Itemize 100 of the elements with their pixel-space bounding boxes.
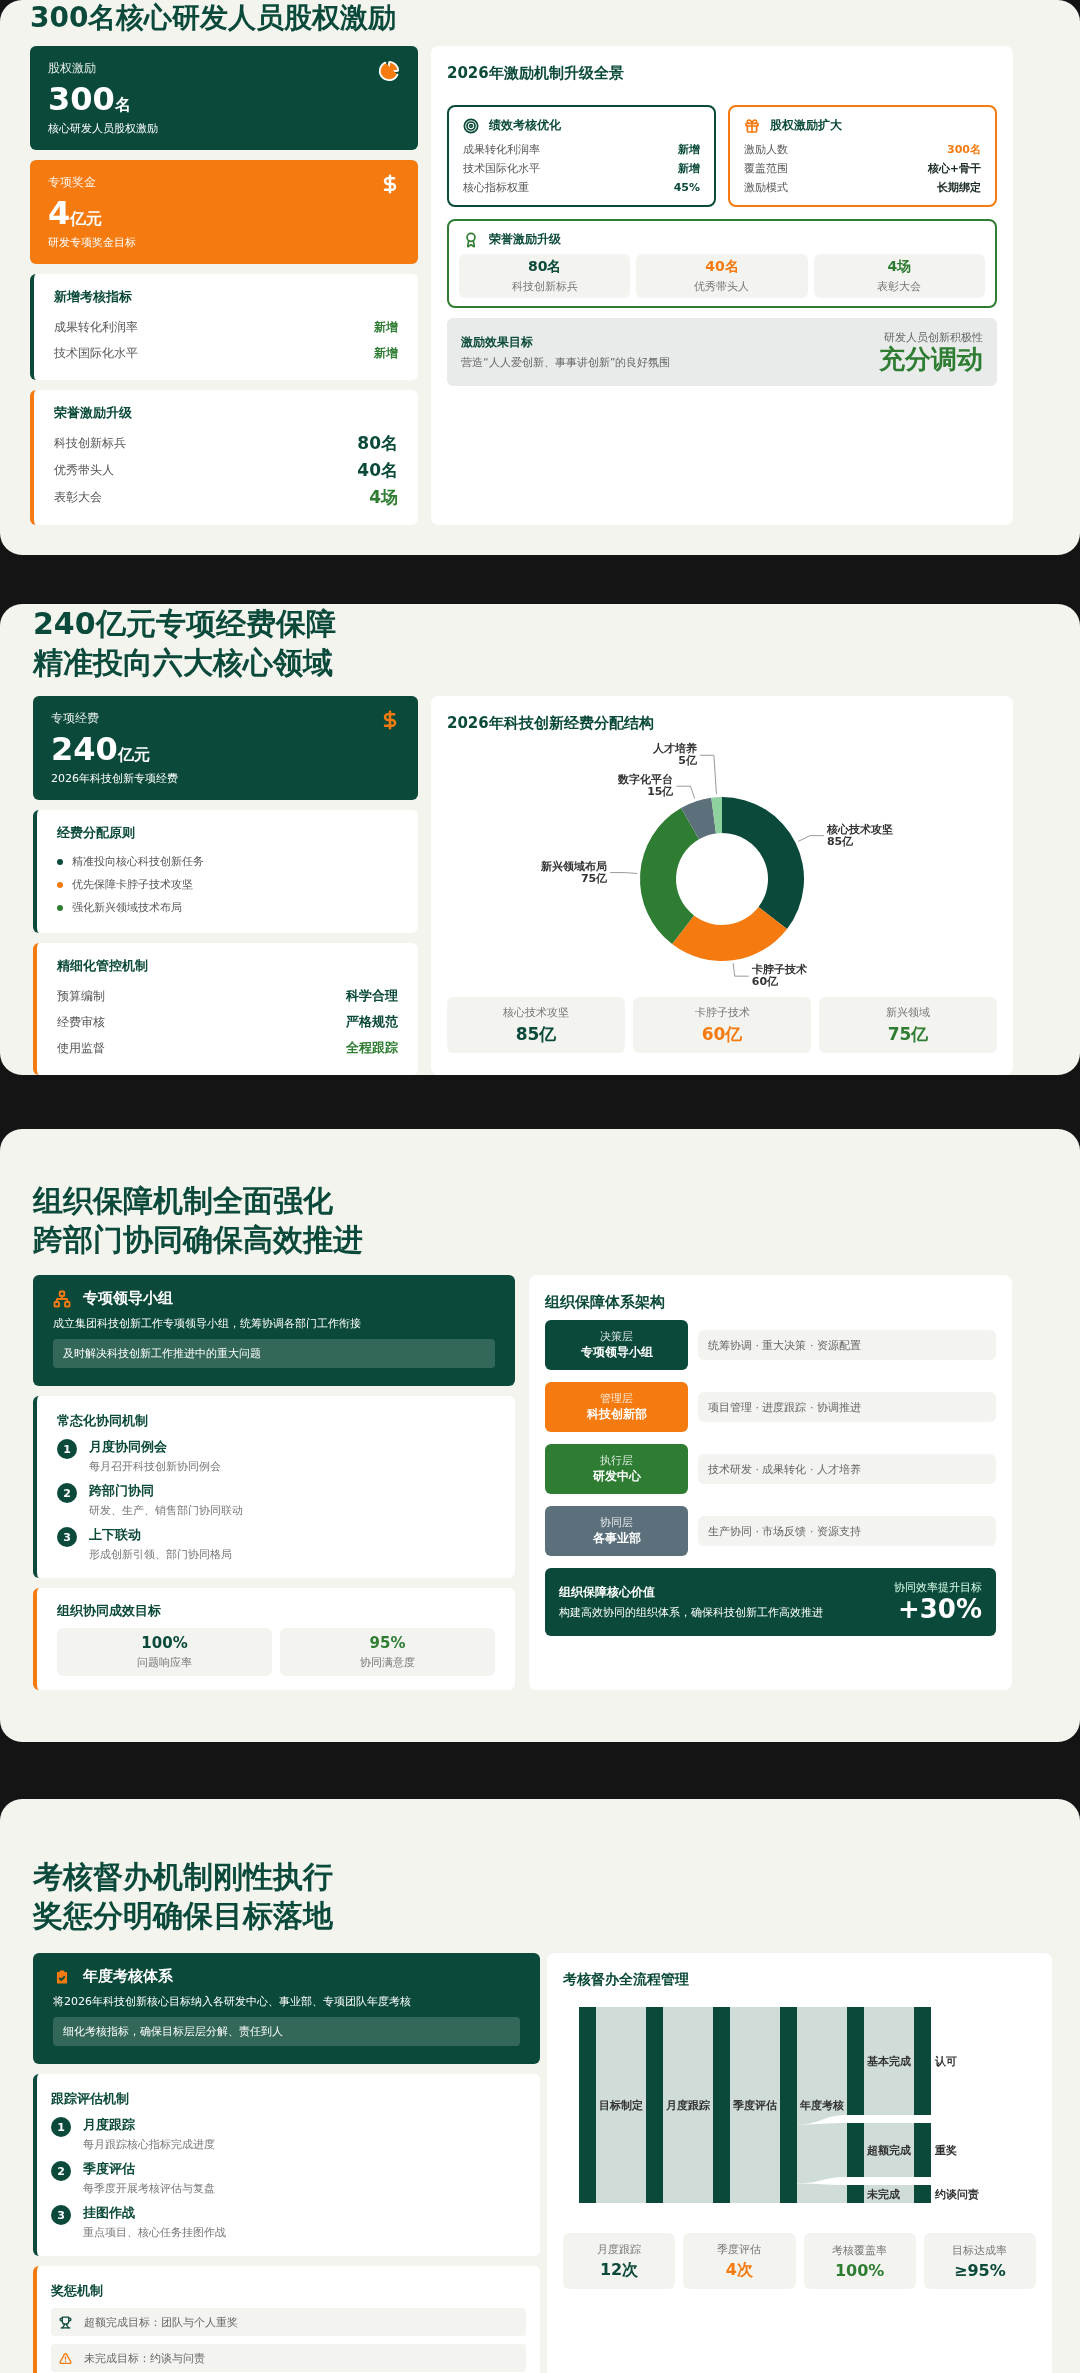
row-value: 新增	[678, 161, 700, 177]
step-number: 1	[51, 2117, 71, 2138]
card-title: 荣誉激励升级	[54, 404, 133, 423]
unit-name: 研发中心	[592, 1468, 641, 1486]
row-value: 全程跟踪	[346, 1039, 398, 1058]
stat-value: 40名	[705, 258, 739, 277]
card-title: 常态化协同机制	[57, 1412, 149, 1431]
kpi-caption: 2026年科技创新专项经费	[51, 771, 178, 787]
layer-duties: 项目管理 · 进度跟踪 · 协调推进	[698, 1392, 996, 1423]
stat-value: 12次	[600, 2259, 639, 2281]
box-title: 绩效考核优化	[489, 117, 561, 135]
stat-label: 新兴领域	[886, 1004, 930, 1020]
row-label: 成果转化利润率	[463, 142, 540, 158]
step-title: 月度协同例会	[89, 1438, 168, 1457]
stat-label: 卡脖子技术	[694, 1004, 750, 1020]
award-icon	[463, 231, 479, 248]
node-label: 约谈问责	[935, 2188, 979, 2202]
slice-label: 核心技术攻坚 85亿	[826, 823, 893, 849]
step-number: 2	[51, 2161, 71, 2182]
stat-value: 75亿	[887, 1022, 929, 1046]
leader-line	[609, 872, 638, 875]
layer-duties: 技术研发 · 成果转化 · 人才培养	[698, 1454, 996, 1485]
card-title: 经费分配原则	[57, 824, 136, 843]
node-label: 认可	[935, 2055, 957, 2069]
bullet-text: 强化新兴领域技术布局	[72, 900, 182, 916]
node-label: 目标制定	[599, 2099, 643, 2113]
stat-value: 100%	[141, 1634, 188, 1653]
row-value: 科学合理	[346, 987, 398, 1006]
kpi-caption: 研发专项奖金目标	[48, 235, 136, 251]
step-text: 研发、生产、销售部门协同联动	[89, 1503, 243, 1519]
kpi-caption: 核心研发人员股权激励	[48, 121, 158, 137]
row-value: 新增	[374, 344, 398, 362]
stat-value: 60亿	[701, 1022, 743, 1046]
kpi-label: 专项奖金	[48, 174, 96, 192]
card-text: 成立集团科技创新工作专项领导小组，统筹协调各部门工作衔接	[53, 1316, 362, 1332]
step-number: 3	[57, 1527, 77, 1548]
leader-line	[797, 835, 825, 843]
highlight-note: 及时解决科技创新工作推进中的重大问题	[53, 1339, 495, 1369]
stat-label: 表彰大会	[877, 279, 922, 295]
row-label: 预算编制	[57, 987, 105, 1005]
stat-label: 问题响应率	[137, 1655, 192, 1671]
row-value: 严格规范	[346, 1013, 398, 1032]
bullet-text: 优先保障卡脖子技术攻坚	[72, 877, 193, 893]
goal-label: 研发人员创新积极性	[883, 330, 983, 345]
step-text: 每月召开科技创新协同例会	[89, 1459, 221, 1475]
bullet-text: 精准投向核心科技创新任务	[72, 854, 204, 870]
stat-value: 85亿	[515, 1022, 557, 1046]
card-title: 组织保障体系架构	[545, 1293, 666, 1313]
stat-label: 季度评估	[717, 2241, 762, 2257]
card-title: 年度考核体系	[83, 1967, 173, 1987]
level-label: 协同层	[600, 1515, 633, 1531]
leader-line	[676, 786, 696, 800]
row-value: 核心+骨干	[927, 161, 981, 177]
step-title: 月度跟踪	[83, 2116, 136, 2135]
step-title: 挂图作战	[83, 2204, 136, 2223]
layer-duties: 统筹协调 · 重大决策 · 资源配置	[698, 1330, 996, 1361]
kpi-value: 240亿元	[51, 733, 150, 766]
row-label: 技术国际化水平	[54, 344, 138, 362]
row-value: 新增	[374, 318, 398, 336]
target-icon	[463, 117, 479, 134]
section-title: 奖惩分明确保目标落地	[33, 1897, 334, 1936]
card-title: 考核督办全流程管理	[563, 1971, 690, 1990]
stat-label: 目标达成率	[952, 2242, 1008, 2258]
node-label: 季度评估	[733, 2099, 777, 2113]
row-label: 激励模式	[744, 180, 788, 196]
stat-label: 考核覆盖率	[832, 2242, 888, 2258]
row-label: 表彰大会	[54, 489, 102, 507]
step-text: 每季度开展考核评估与复盘	[83, 2181, 215, 2197]
row-value: 300名	[947, 142, 981, 158]
page-title: 300名核心研发人员股权激励	[30, 0, 398, 36]
node-label: 重奖	[935, 2144, 957, 2158]
value-text: 构建高效协同的组织体系，确保科技创新工作高效推进	[559, 1605, 823, 1621]
row-label: 经费审核	[57, 1013, 105, 1031]
reward-text: 未完成目标：约谈与问责	[84, 2350, 205, 2366]
slice-label: 新兴领域布局 75亿	[541, 860, 608, 885]
kpi-label: 专项经费	[51, 710, 99, 728]
row-value: 4场	[369, 486, 398, 510]
node-label: 超额完成	[867, 2144, 911, 2158]
hierarchy-icon	[53, 1289, 71, 1308]
highlight-note: 细化考核指标，确保目标层层分解、责任到人	[53, 2017, 520, 2047]
stat-label: 月度跟踪	[597, 2241, 642, 2257]
node-label: 未完成	[867, 2188, 900, 2202]
step-text: 每月跟踪核心指标完成进度	[83, 2137, 215, 2153]
layer-duties: 生产协同 · 市场反馈 · 资源支持	[698, 1516, 996, 1547]
row-value: 新增	[678, 142, 700, 158]
trophy-icon	[59, 2315, 72, 2329]
stat-value: 4次	[725, 2259, 753, 2281]
unit-name: 专项领导小组	[580, 1344, 653, 1362]
row-value: 40名	[357, 459, 398, 483]
value-figure: +30%	[896, 1595, 982, 1624]
row-value: 80名	[357, 432, 398, 456]
box-title: 荣誉激励升级	[489, 231, 561, 249]
row-label: 成果转化利润率	[54, 318, 138, 336]
level-label: 决策层	[600, 1329, 633, 1345]
stat-label: 科技创新标兵	[511, 279, 578, 295]
clipboard-check-icon	[53, 1967, 71, 1986]
leader-line	[699, 755, 717, 796]
level-label: 执行层	[600, 1453, 633, 1469]
level-label: 管理层	[600, 1391, 633, 1407]
row-label: 覆盖范围	[744, 161, 788, 177]
